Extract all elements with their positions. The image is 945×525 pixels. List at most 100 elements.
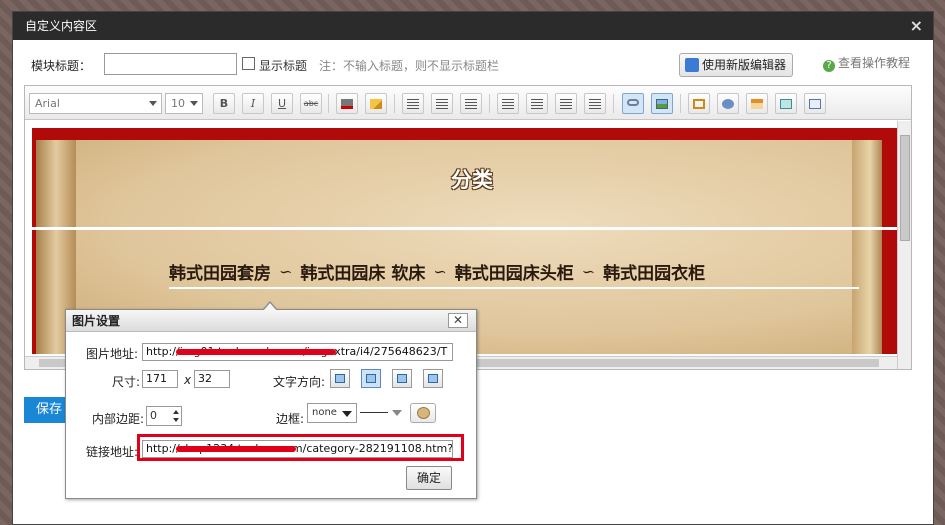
show-title-checkbox[interactable] [242, 57, 255, 70]
text-direction-center-button[interactable] [392, 369, 412, 388]
separator-glyph: ∽ [581, 261, 596, 281]
insert-flash-button[interactable] [717, 93, 739, 114]
height-value: 32 [198, 372, 212, 385]
text-direction-right-button[interactable] [423, 369, 443, 388]
toolbar-divider [394, 94, 395, 113]
outdent-button[interactable] [526, 93, 548, 114]
source-code-icon [809, 99, 821, 109]
help-link[interactable]: ? 查看操作教程 [823, 54, 910, 72]
editor-icon [685, 58, 699, 72]
help-link-label: 查看操作教程 [838, 56, 911, 70]
close-icon[interactable]: × [910, 12, 923, 40]
width-value: 171 [146, 372, 167, 385]
stepper-down-icon[interactable] [173, 418, 179, 422]
padding-label: 内部边距: [92, 412, 145, 426]
align-left-icon [407, 99, 419, 109]
bold-button[interactable]: B [213, 93, 235, 114]
category-link[interactable]: 韩式田园套房 [169, 259, 271, 284]
toolbar-divider [489, 94, 490, 113]
font-family-value: Arial [35, 97, 60, 110]
text-direction-inline-button[interactable] [361, 369, 381, 388]
underline-button[interactable]: U [271, 93, 293, 114]
toolbar-divider [613, 94, 614, 113]
dialog-titlebar: 自定义内容区 × [13, 12, 933, 40]
insert-widget-button[interactable] [775, 93, 797, 114]
image-icon [656, 99, 668, 109]
source-code-button[interactable] [804, 93, 826, 114]
link-icon [627, 99, 639, 106]
separator-glyph: ∽ [433, 261, 447, 281]
vertical-scroll-thumb[interactable] [900, 135, 910, 241]
text-direction-label: 文字方向: [273, 375, 326, 389]
link-url-highlight [137, 434, 464, 461]
align-right-button[interactable] [460, 93, 482, 114]
category-link[interactable]: 韩式田园衣柜 [603, 259, 705, 284]
strikethrough-button[interactable]: abc [300, 93, 322, 114]
width-input[interactable]: 171 [142, 370, 178, 388]
banner-category-nav: 韩式田园套房 ∽ 韩式田园床 软床 ∽ 韩式田园床头柜 ∽ 韩式田园衣柜 [169, 255, 885, 287]
module-title-label: 模块标题： [31, 59, 92, 73]
size-separator: x [184, 373, 192, 387]
dialog-title: 自定义内容区 [25, 19, 98, 33]
indent-icon [502, 99, 514, 109]
border-color-button[interactable] [410, 403, 436, 423]
toolbar-divider [680, 94, 681, 113]
numbered-list-icon [589, 99, 601, 109]
text-color-icon [341, 99, 353, 109]
font-size-select[interactable]: 10 [165, 93, 203, 114]
wrap-left-icon [335, 374, 345, 383]
insert-image-button[interactable] [651, 93, 673, 114]
text-direction-left-button[interactable] [330, 369, 350, 388]
text-color-button[interactable] [336, 93, 358, 114]
chevron-down-icon [342, 411, 352, 417]
banner-title: 分类 [451, 167, 493, 192]
link-url-label: 链接地址: [86, 445, 139, 459]
image-settings-titlebar: 图片设置 ✕ [66, 310, 476, 332]
new-editor-button[interactable]: 使用新版编辑器 [679, 53, 793, 77]
category-link[interactable]: 韩式田园床 软床 [300, 259, 425, 284]
align-right-icon [465, 99, 477, 109]
italic-button[interactable]: I [242, 93, 264, 114]
image-url-label: 图片地址: [86, 347, 139, 361]
save-button[interactable]: 保存 [24, 397, 69, 423]
align-left-button[interactable] [402, 93, 424, 114]
separator-glyph: ∽ [279, 261, 293, 281]
line-style-preview [360, 412, 388, 413]
highlight-button[interactable] [365, 93, 387, 114]
wrap-right-icon [428, 374, 438, 383]
border-line-select[interactable] [358, 403, 406, 423]
align-center-button[interactable] [431, 93, 453, 114]
module-title-input[interactable] [104, 53, 237, 75]
new-editor-button-label: 使用新版编辑器 [702, 58, 787, 72]
widget-icon [780, 99, 792, 109]
redaction-mark [176, 349, 336, 355]
padding-value: 0 [150, 409, 157, 422]
image-settings-title: 图片设置 [72, 314, 121, 328]
scroll-right-roll [852, 140, 882, 354]
image-settings-popup: 图片设置 ✕ 图片地址: http://img01.taobaocdn.com/… [65, 301, 477, 499]
numbered-list-button[interactable] [584, 93, 606, 114]
border-style-select[interactable]: none [307, 403, 357, 423]
font-family-select[interactable]: Arial [29, 93, 162, 114]
bullet-list-button[interactable] [555, 93, 577, 114]
link-button[interactable] [622, 93, 644, 114]
title-note: 注：不输入标题，则不显示标题栏 [319, 59, 500, 73]
border-style-value: none [312, 407, 337, 418]
insert-frame-button[interactable] [688, 93, 710, 114]
ok-button[interactable]: 确定 [406, 466, 452, 490]
toolbar-divider [328, 94, 329, 113]
flash-icon [722, 99, 734, 109]
banner-nav-underline [169, 287, 859, 289]
height-input[interactable]: 32 [194, 370, 230, 388]
chevron-down-icon [392, 410, 402, 416]
indent-button[interactable] [497, 93, 519, 114]
stepper-up-icon[interactable] [173, 410, 179, 414]
vertical-scrollbar[interactable] [897, 121, 911, 369]
border-label: 边框: [276, 412, 305, 426]
show-title-label: 显示标题 [259, 59, 308, 73]
category-link[interactable]: 韩式田园床头柜 [455, 259, 574, 284]
insert-table-button[interactable] [746, 93, 768, 114]
padding-stepper[interactable]: 0 [146, 406, 182, 426]
pencil-icon [370, 99, 382, 109]
close-icon[interactable]: ✕ [448, 313, 468, 328]
